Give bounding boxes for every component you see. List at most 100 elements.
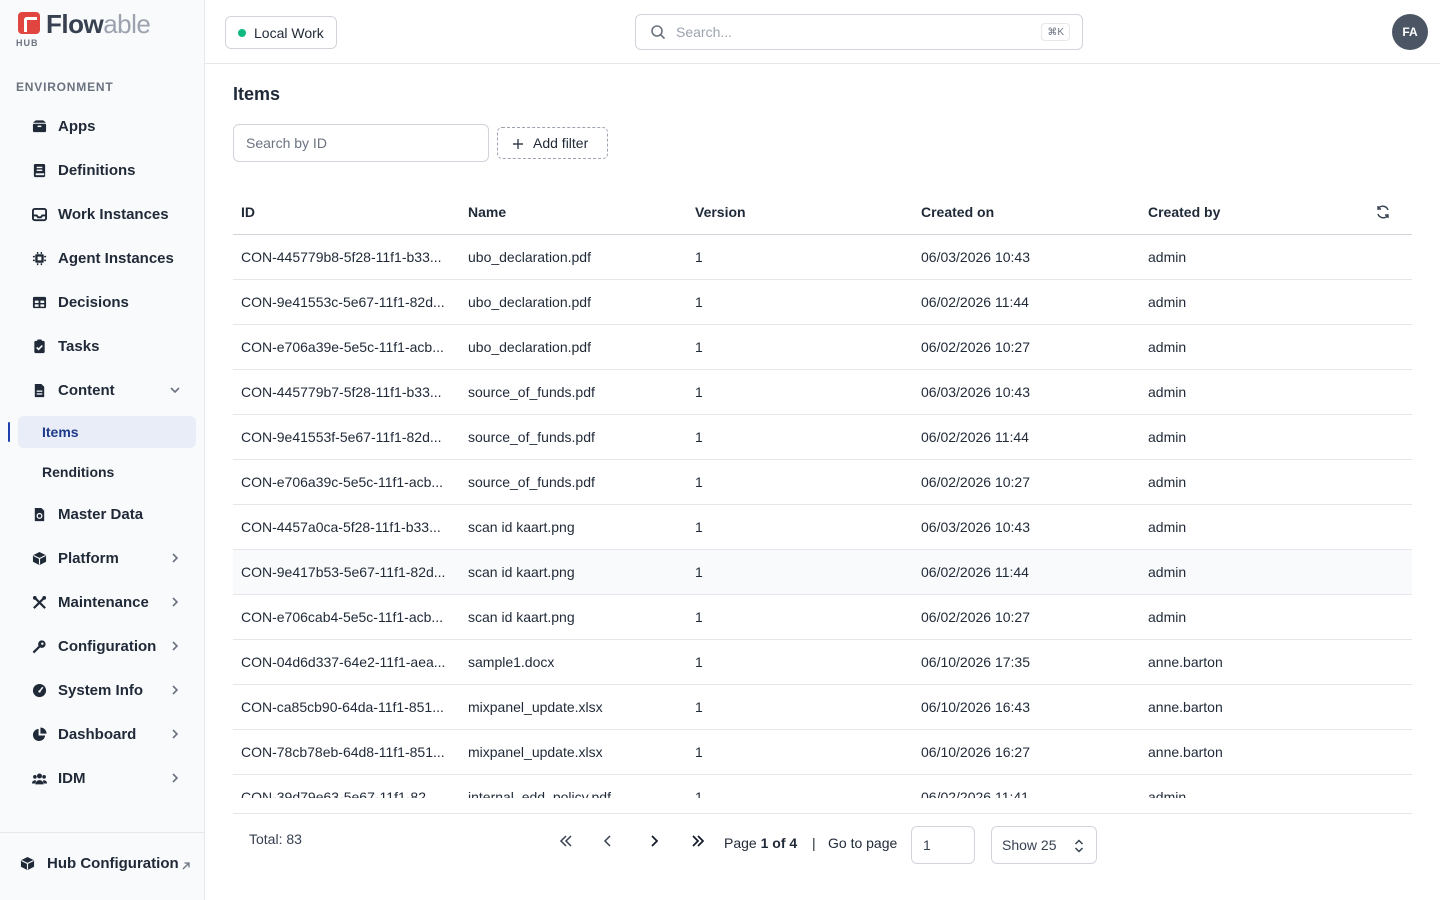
status-dot [238, 28, 246, 37]
cell-created-by: admin [1140, 549, 1367, 595]
sidebar-item-system-info[interactable]: System Info [18, 672, 196, 708]
sidebar-item-label: IDM [58, 769, 86, 787]
sidebar-item-tasks[interactable]: Tasks [18, 328, 196, 364]
inbox-icon [32, 207, 47, 222]
search-by-id-input[interactable] [233, 124, 489, 162]
sidebar-item-platform[interactable]: Platform [18, 540, 196, 576]
workspace-label: Local Work [254, 24, 324, 41]
table-row[interactable]: CON-ca85cb90-64da-11f1-851... mixpanel_up… [233, 684, 1412, 730]
previous-page-button[interactable] [598, 833, 618, 853]
pie-chart-icon [32, 726, 47, 742]
sidebar-item-label: Content [58, 381, 115, 399]
sidebar-item-label: Maintenance [58, 593, 149, 611]
active-indicator [8, 422, 10, 442]
refresh-icon[interactable] [1375, 204, 1391, 220]
cell-created-on: 06/02/2026 11:44 [913, 549, 1140, 595]
cell-name: source_of_funds.pdf [460, 414, 687, 460]
table-row[interactable]: CON-e706a39c-5e5c-11f1-acb... source_of_f… [233, 459, 1412, 505]
sidebar-item-work-instances[interactable]: Work Instances [18, 196, 196, 232]
page-current: 1 of 4 [760, 835, 798, 851]
cell-version: 1 [687, 414, 913, 460]
hub-configuration-link[interactable]: Hub Configuration [20, 855, 179, 872]
column-header-created-on[interactable]: Created on [913, 190, 1140, 235]
column-header-version[interactable]: Version [687, 190, 913, 235]
sidebar-item-label: Apps [58, 117, 96, 135]
table-row[interactable]: CON-04d6d337-64e2-11f1-aea... sample1.doc… [233, 639, 1412, 685]
sidebar-item-label: Dashboard [58, 725, 137, 743]
cell-name: mixpanel_update.xlsx [460, 729, 687, 775]
cell-created-by: admin [1140, 414, 1367, 460]
sidebar-item-definitions[interactable]: Definitions [18, 152, 196, 188]
global-search-input[interactable] [676, 24, 1016, 40]
column-header-created-by[interactable]: Created by [1140, 190, 1367, 235]
flowable-logo[interactable]: Flowable HUB [16, 9, 151, 50]
table-row[interactable]: CON-e706a39e-5e5c-11f1-acb... ubo_declara… [233, 324, 1412, 370]
sidebar-item-dashboard[interactable]: Dashboard [18, 716, 196, 752]
cell-version: 1 [687, 234, 913, 280]
cell-id: CON-445779b7-5f28-11f1-b33... [233, 369, 460, 415]
sidebar-item-master-data[interactable]: Master Data [18, 496, 196, 532]
column-header-name[interactable]: Name [460, 190, 687, 235]
global-search[interactable]: ⌘K [635, 14, 1083, 50]
cell-version: 1 [687, 549, 913, 595]
sidebar-subitem-renditions[interactable]: Renditions [18, 456, 196, 488]
cube-icon [32, 551, 47, 566]
cell-id: CON-ca85cb90-64da-11f1-851... [233, 684, 460, 730]
chevrons-right-icon [690, 834, 706, 853]
first-page-button[interactable] [556, 833, 576, 853]
sidebar-item-maintenance[interactable]: Maintenance [18, 584, 196, 620]
cell-id: CON-e706cab4-5e5c-11f1-acb... [233, 594, 460, 640]
sidebar-subitem-items[interactable]: Items [18, 416, 196, 448]
cell-id: CON-4457a0ca-5f28-11f1-b33... [233, 504, 460, 550]
cell-actions [1367, 639, 1412, 685]
hub-configuration-label: Hub Configuration [47, 855, 179, 872]
cell-actions [1367, 684, 1412, 730]
cell-version: 1 [687, 774, 913, 798]
table-row[interactable]: CON-445779b8-5f28-11f1-b33... ubo_declara… [233, 234, 1412, 280]
table-row[interactable]: CON-9e41553c-5e67-11f1-82d... ubo_declara… [233, 279, 1412, 325]
sidebar-item-configuration[interactable]: Configuration [18, 628, 196, 664]
cell-name: mixpanel_update.xlsx [460, 684, 687, 730]
next-page-button[interactable] [644, 833, 664, 853]
table-row[interactable]: CON-9e41553f-5e67-11f1-82d... source_of_f… [233, 414, 1412, 460]
page-size-select[interactable]: Show 25 [991, 826, 1097, 864]
table-body: CON-445779b8-5f28-11f1-b33... ubo_declara… [233, 234, 1412, 798]
cell-actions [1367, 549, 1412, 595]
cell-created-on: 06/03/2026 10:43 [913, 234, 1140, 280]
cell-version: 1 [687, 684, 913, 730]
chevron-right-icon [647, 834, 661, 853]
cell-created-by: admin [1140, 504, 1367, 550]
cell-created-by: admin [1140, 774, 1367, 798]
sidebar-item-decisions[interactable]: Decisions [18, 284, 196, 320]
chevrons-left-icon [558, 834, 574, 853]
cell-id: CON-78cb78eb-64d8-11f1-851... [233, 729, 460, 775]
cell-id: CON-445779b8-5f28-11f1-b33... [233, 234, 460, 280]
cell-version: 1 [687, 279, 913, 325]
last-page-button[interactable] [688, 833, 708, 853]
table-row[interactable]: CON-e706cab4-5e5c-11f1-acb... scan id kaa… [233, 594, 1412, 640]
clipboard-check-icon [32, 338, 47, 354]
external-link-icon [180, 859, 192, 871]
page-prefix: Page [724, 835, 761, 851]
cell-actions [1367, 504, 1412, 550]
column-header-id[interactable]: ID [233, 190, 460, 235]
sidebar-item-content[interactable]: Content [18, 372, 196, 408]
sidebar-subitem-label: Items [42, 424, 79, 440]
cell-name: ubo_declaration.pdf [460, 234, 687, 280]
table-row[interactable]: CON-39d79e63-5e67-11f1-82... internal_edd… [233, 774, 1412, 798]
go-to-page-input[interactable] [911, 826, 975, 864]
sidebar-item-apps[interactable]: Apps [18, 108, 196, 144]
sidebar: Flowable HUB ENVIRONMENT Apps Definition… [0, 0, 205, 900]
sidebar-item-agent-instances[interactable]: Agent Instances [18, 240, 196, 276]
table-row[interactable]: CON-78cb78eb-64d8-11f1-851... mixpanel_up… [233, 729, 1412, 775]
cell-created-on: 06/02/2026 11:44 [913, 279, 1140, 325]
table-row[interactable]: CON-9e417b53-5e67-11f1-82d... scan id kaa… [233, 549, 1412, 595]
table-row[interactable]: CON-445779b7-5f28-11f1-b33... source_of_f… [233, 369, 1412, 415]
add-filter-button[interactable]: Add filter [497, 127, 608, 159]
cell-name: scan id kaart.png [460, 549, 687, 595]
sidebar-item-idm[interactable]: IDM [18, 760, 196, 796]
table-row[interactable]: CON-4457a0ca-5f28-11f1-b33... scan id kaa… [233, 504, 1412, 550]
cell-created-on: 06/02/2026 10:27 [913, 594, 1140, 640]
workspace-selector[interactable]: Local Work [225, 16, 337, 49]
avatar[interactable]: FA [1392, 14, 1428, 50]
